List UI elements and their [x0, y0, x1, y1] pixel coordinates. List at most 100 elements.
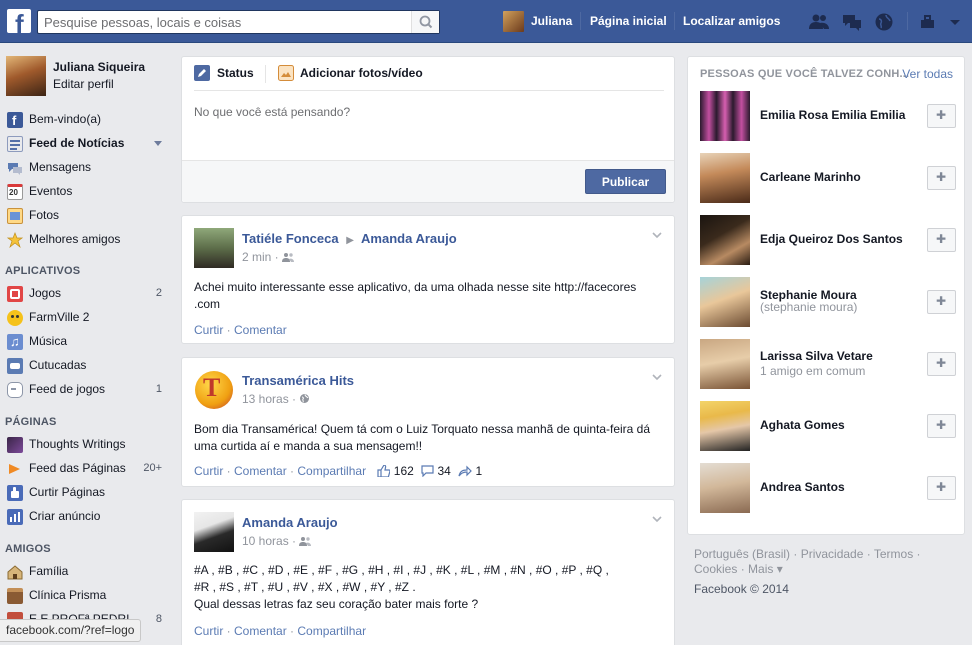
person-avatar[interactable] [700, 401, 750, 451]
post-options-chevron-down-icon[interactable] [652, 372, 662, 382]
sidebar-item-create-ad[interactable]: Criar anúncio [0, 506, 170, 528]
transamerica-logo[interactable]: T [194, 370, 234, 410]
sidebar-item-games-feed[interactable]: Feed de jogos 1 [0, 379, 170, 401]
sidebar-item-family[interactable]: Família [0, 561, 170, 583]
add-friend-button[interactable]: ✚ [927, 414, 956, 438]
messages-icon[interactable] [841, 11, 863, 33]
sidebar-item-farmville-2[interactable]: FarmVille 2 [0, 307, 170, 329]
feed-post: Amanda Araujo 10 horas · #A , #B , #C , … [181, 499, 675, 645]
person-avatar[interactable] [700, 339, 750, 389]
person-avatar[interactable] [700, 215, 750, 265]
add-friend-button[interactable]: ✚ [927, 290, 956, 314]
facebook-logo-icon[interactable]: f [7, 9, 31, 33]
like-count[interactable]: 162 [377, 464, 417, 478]
search-button[interactable] [411, 11, 439, 33]
friends-audience-icon[interactable] [299, 536, 312, 546]
friends-audience-icon[interactable] [282, 252, 295, 262]
sidebar-item-welcome[interactable]: f Bem-vindo(a) [0, 109, 170, 131]
find-friends-link[interactable]: Localizar amigos [683, 14, 780, 28]
tab-status[interactable]: Status [217, 66, 254, 80]
home-link[interactable]: Página inicial [590, 14, 667, 28]
post-time: 13 horas · [242, 392, 310, 406]
person-name[interactable]: Carleane Marinho [760, 170, 861, 184]
add-friend-button[interactable]: ✚ [927, 104, 956, 128]
feed-post: Tatiéle Fonceca ▶ Amanda Araujo 2 min · … [181, 215, 675, 344]
sidebar-item-news-feed[interactable]: Feed de Notícias [0, 133, 170, 155]
profile-link[interactable]: Juliana [531, 14, 572, 28]
mutual-friends[interactable]: 1 amigo em comum [760, 364, 865, 378]
tab-divider [265, 65, 266, 83]
notifications-globe-icon[interactable] [873, 11, 895, 33]
comment-link[interactable]: Comentar [234, 323, 287, 337]
share-count[interactable]: 1 [458, 464, 482, 478]
like-link[interactable]: Curtir [194, 323, 223, 337]
sidebar-item-like-pages[interactable]: Curtir Páginas [0, 482, 170, 504]
publish-button[interactable]: Publicar [585, 169, 666, 194]
chevron-down-icon[interactable] [154, 141, 162, 147]
sidebar-item-games[interactable]: Jogos 2 [0, 283, 170, 305]
add-friend-button[interactable]: ✚ [927, 476, 956, 500]
profile-avatar[interactable] [6, 56, 46, 96]
sidebar-item-music[interactable]: ♫ Música [0, 331, 170, 353]
privacy-shortcuts-icon[interactable] [918, 11, 940, 33]
sidebar-item-clinica-prisma[interactable]: Clínica Prisma [0, 585, 170, 607]
person-avatar[interactable] [700, 463, 750, 513]
comment-link[interactable]: Comentar [234, 624, 287, 638]
share-link[interactable]: Compartilhar [297, 464, 366, 478]
add-friend-button[interactable]: ✚ [927, 166, 956, 190]
post-author-name[interactable]: Transamérica Hits [242, 373, 354, 388]
person-name[interactable]: Edja Queiroz Dos Santos [760, 232, 903, 246]
search-input[interactable] [38, 11, 408, 33]
tab-add-photo-video[interactable]: Adicionar fotos/vídeo [300, 66, 423, 80]
sidebar-item-photos[interactable]: Fotos [0, 205, 170, 227]
post-author-avatar[interactable] [194, 228, 234, 268]
gamepad-icon [7, 382, 23, 398]
post-author-avatar[interactable] [194, 512, 234, 552]
sidebar-item-events[interactable]: 20 Eventos [0, 181, 170, 203]
composer-footer: Publicar [182, 160, 674, 202]
person-name[interactable]: Emilia Rosa Emilia Emilia [760, 108, 905, 122]
public-globe-icon[interactable] [299, 393, 310, 404]
sidebar-section-friends: AMIGOS [5, 543, 51, 555]
sidebar-item-pokes[interactable]: Cutucadas [0, 355, 170, 377]
add-friend-button[interactable]: ✚ [927, 228, 956, 252]
person-name[interactable]: Andrea Santos [760, 480, 845, 494]
sidebar-item-best-friends[interactable]: Melhores amigos [0, 229, 170, 251]
see-all-link[interactable]: Ver todas [902, 67, 953, 81]
like-link[interactable]: Curtir [194, 464, 223, 478]
like-link[interactable]: Curtir [194, 624, 223, 638]
user-avatar[interactable] [503, 11, 524, 32]
person-avatar[interactable] [700, 91, 750, 141]
share-link[interactable]: Compartilhar [297, 624, 366, 638]
post-author-name[interactable]: Amanda Araujo [242, 515, 338, 530]
account-menu-chevron-down-icon[interactable] [944, 11, 966, 33]
post-options-chevron-down-icon[interactable] [652, 514, 662, 524]
feed-post: T Transamérica Hits 13 horas · Bom dia T… [181, 357, 675, 487]
sidebar-item-messages[interactable]: Mensagens [0, 157, 170, 179]
post-author-name[interactable]: Tatiéle Fonceca [242, 231, 339, 246]
friend-requests-icon[interactable] [808, 11, 830, 33]
post-author-line: Tatiéle Fonceca ▶ Amanda Araujo [242, 231, 457, 246]
sidebar-section-pages: PÁGINAS [5, 416, 57, 428]
sidebar-item-thoughts-writings[interactable]: Thoughts Writings [0, 434, 170, 456]
post-text: Achei muito interessante esse aplicativo… [194, 280, 637, 311]
person-name[interactable]: Aghata Gomes [760, 418, 845, 432]
profile-name[interactable]: Juliana Siqueira [53, 60, 145, 74]
sidebar-item-pages-feed[interactable]: Feed das Páginas 20+ [0, 458, 170, 480]
sidebar-item-count: 2 [155, 287, 162, 299]
search-icon [419, 15, 433, 29]
comment-link[interactable]: Comentar [234, 464, 287, 478]
status-textarea[interactable] [194, 105, 664, 155]
add-friend-icon: ✚ [936, 418, 947, 432]
person-avatar[interactable] [700, 153, 750, 203]
post-options-chevron-down-icon[interactable] [652, 230, 662, 240]
person-avatar[interactable] [700, 277, 750, 327]
person-name[interactable]: Larissa Silva Vetare [760, 349, 873, 363]
post-target-name[interactable]: Amanda Araujo [361, 231, 457, 246]
status-composer: Status Adicionar fotos/vídeo Publicar [181, 56, 675, 203]
search-box [37, 10, 440, 34]
comment-count[interactable]: 34 [421, 464, 454, 478]
add-friend-button[interactable]: ✚ [927, 352, 956, 376]
edit-profile-link[interactable]: Editar perfil [53, 77, 114, 91]
footer-links[interactable]: Português (Brasil) · Privacidade · Termo… [694, 547, 964, 577]
